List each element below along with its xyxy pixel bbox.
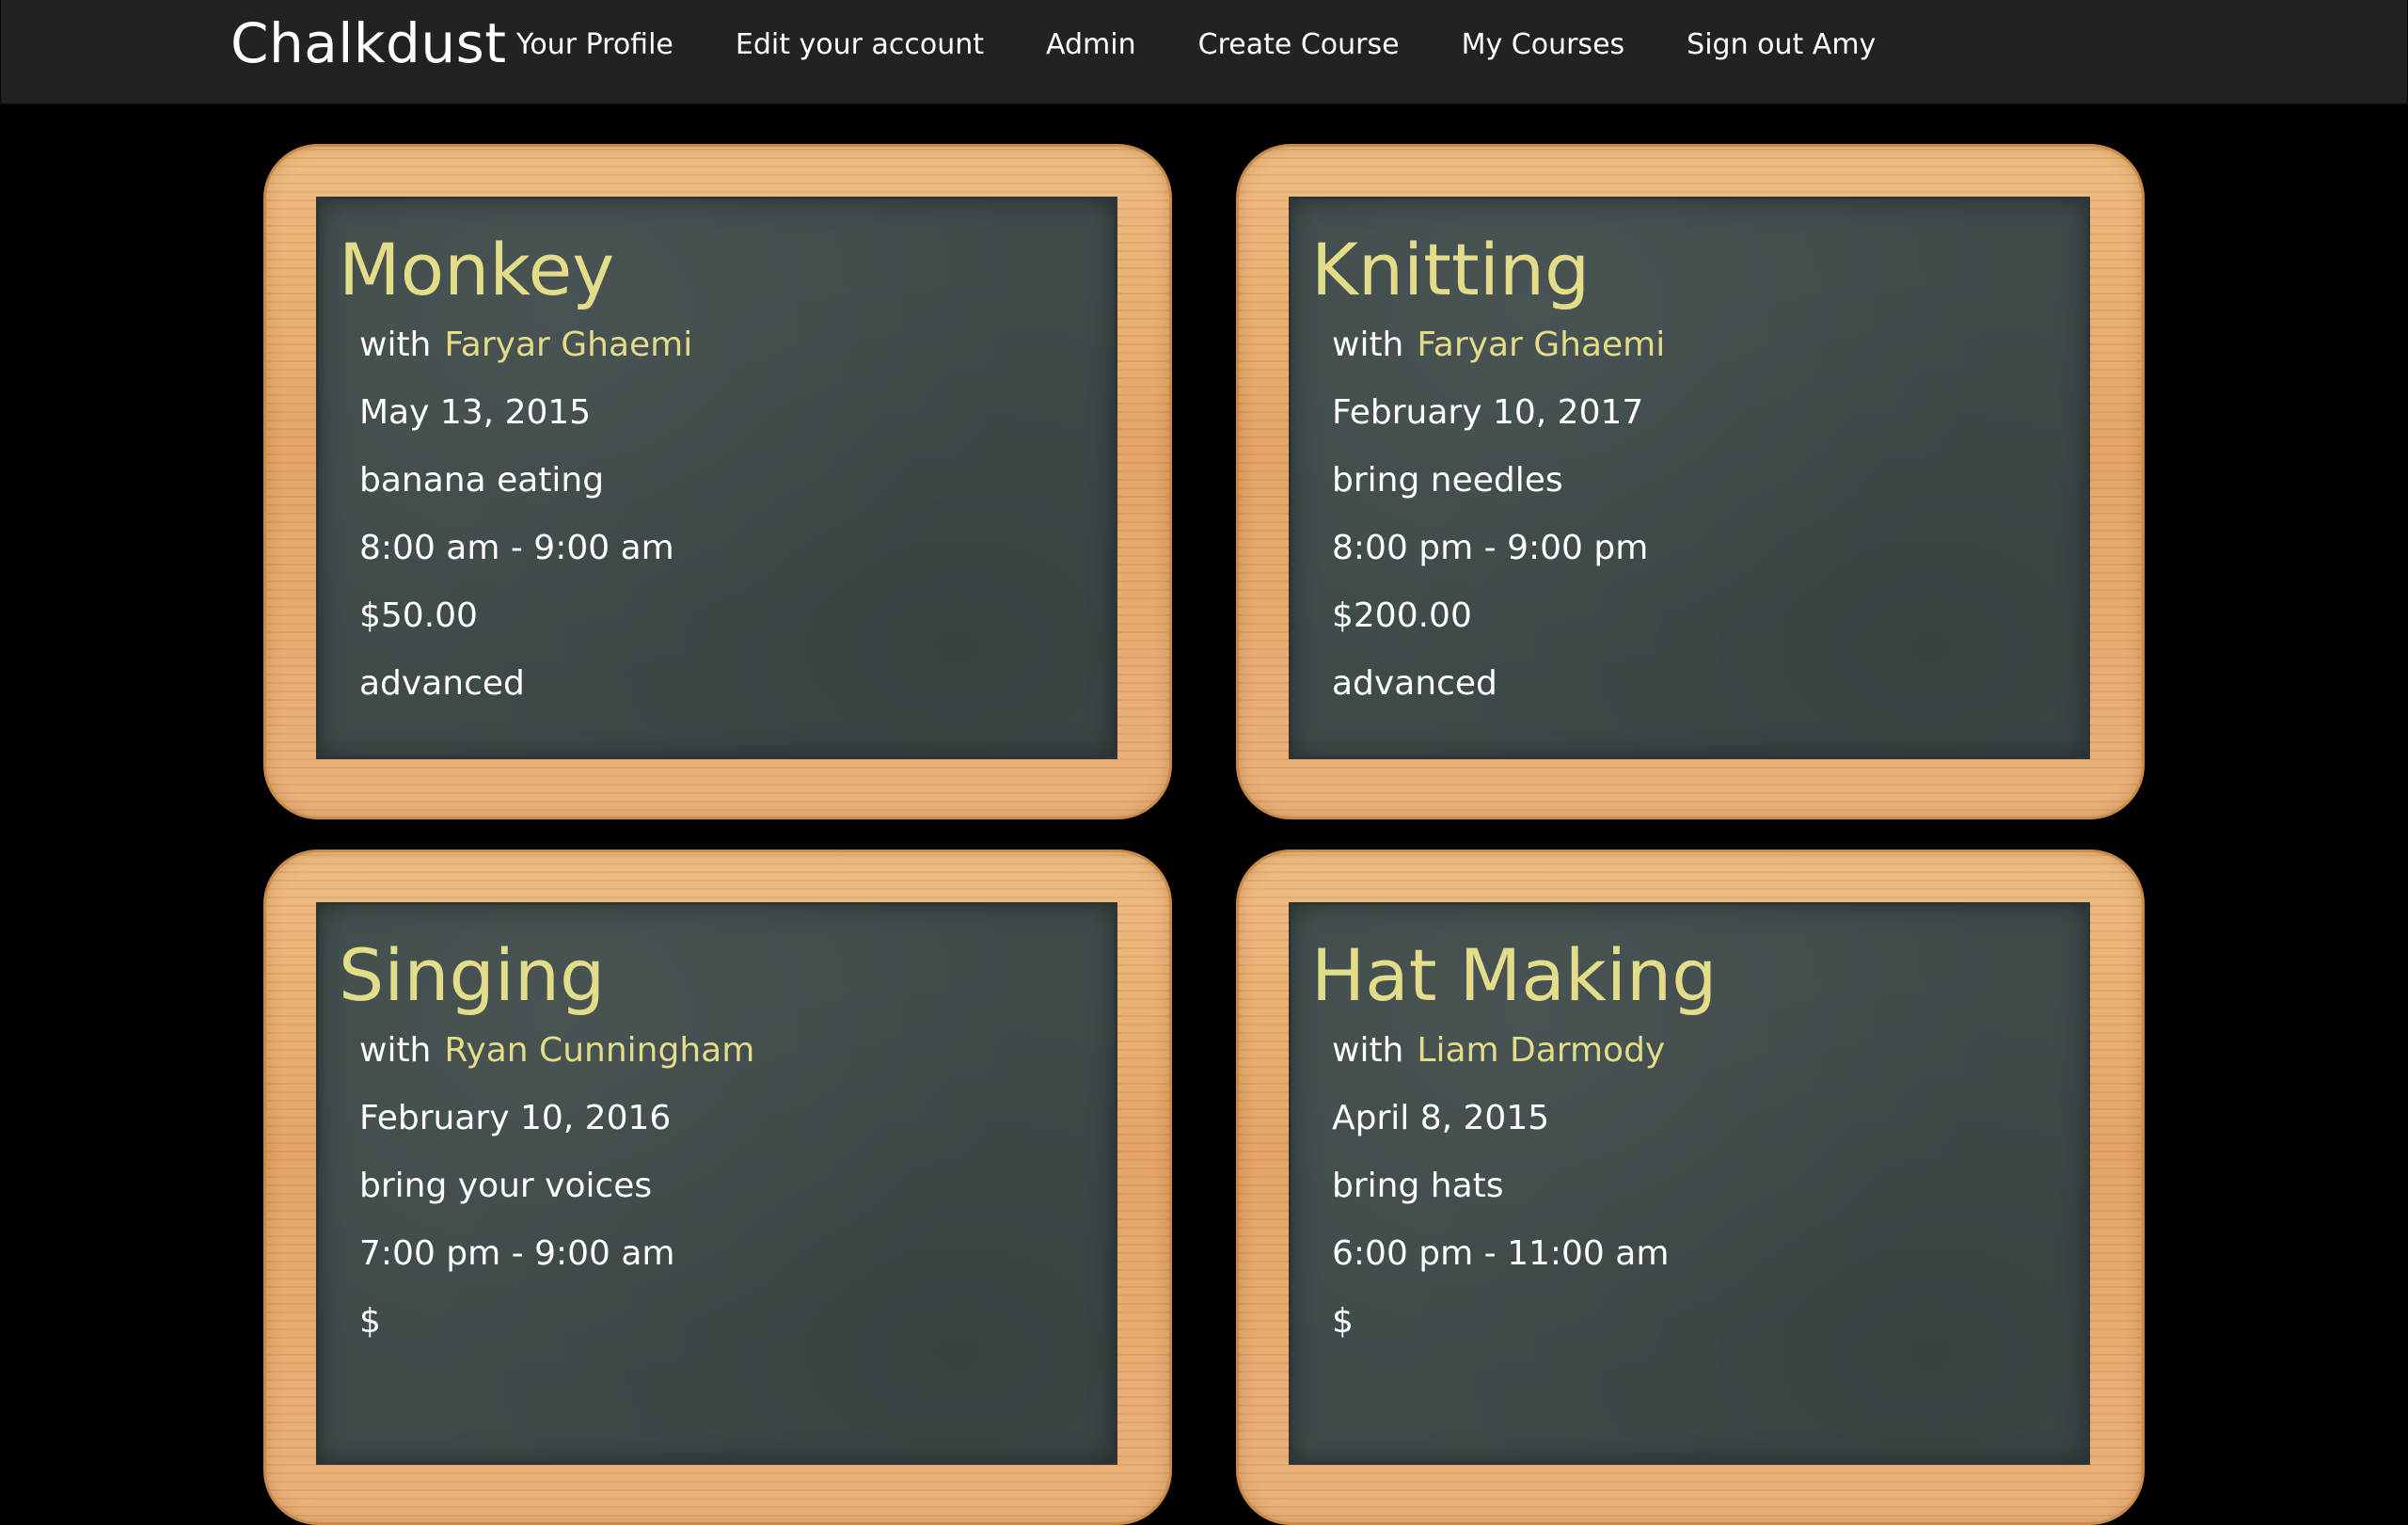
course-description: bring hats bbox=[1332, 1167, 1504, 1205]
course-card: Singing with Ryan Cunningham February 10,… bbox=[263, 850, 1172, 1525]
chalkboard: Knitting with Faryar Ghaemi February 10, … bbox=[1289, 197, 2090, 759]
course-instructor-line: with Faryar Ghaemi bbox=[1332, 323, 1665, 368]
course-price: $50.00 bbox=[359, 596, 478, 635]
course-price: $ bbox=[1332, 1302, 1354, 1341]
course-time: 7:00 pm - 9:00 am bbox=[359, 1234, 675, 1273]
course-title: Singing bbox=[339, 933, 606, 1017]
course-date: February 10, 2017 bbox=[1332, 393, 1644, 432]
course-title: Knitting bbox=[1311, 228, 1591, 311]
instructor-link[interactable]: Faryar Ghaemi bbox=[444, 326, 692, 364]
course-level: advanced bbox=[1332, 664, 1497, 703]
course-price: $200.00 bbox=[1332, 596, 1472, 635]
instructor-link[interactable]: Liam Darmody bbox=[1417, 1031, 1665, 1070]
course-date: February 10, 2016 bbox=[359, 1099, 672, 1137]
course-title: Monkey bbox=[339, 228, 615, 311]
chalkboard: Singing with Ryan Cunningham February 10,… bbox=[316, 902, 1117, 1465]
instructor-link[interactable]: Ryan Cunningham bbox=[444, 1031, 754, 1070]
course-grid: Monkey with Faryar Ghaemi May 13, 2015 ba… bbox=[0, 0, 2408, 1525]
course-description: bring your voices bbox=[359, 1167, 653, 1205]
course-time: 6:00 pm - 11:00 am bbox=[1332, 1234, 1670, 1273]
course-instructor-line: with Liam Darmody bbox=[1332, 1028, 1665, 1073]
with-label: with bbox=[1332, 326, 1404, 364]
instructor-link[interactable]: Faryar Ghaemi bbox=[1417, 326, 1665, 364]
with-label: with bbox=[359, 1031, 432, 1070]
course-time: 8:00 pm - 9:00 pm bbox=[1332, 529, 1649, 567]
course-price: $ bbox=[359, 1302, 381, 1341]
course-level: advanced bbox=[359, 664, 525, 703]
course-date: May 13, 2015 bbox=[359, 393, 592, 432]
with-label: with bbox=[1332, 1031, 1404, 1070]
course-instructor-line: with Ryan Cunningham bbox=[359, 1028, 754, 1073]
course-card: Monkey with Faryar Ghaemi May 13, 2015 ba… bbox=[263, 144, 1172, 819]
with-label: with bbox=[359, 326, 432, 364]
course-description: banana eating bbox=[359, 461, 605, 500]
chalkboard: Hat Making with Liam Darmody April 8, 201… bbox=[1289, 902, 2090, 1465]
course-description: bring needles bbox=[1332, 461, 1563, 500]
chalkboard: Monkey with Faryar Ghaemi May 13, 2015 ba… bbox=[316, 197, 1117, 759]
course-card: Knitting with Faryar Ghaemi February 10, … bbox=[1236, 144, 2145, 819]
course-date: April 8, 2015 bbox=[1332, 1099, 1550, 1137]
course-instructor-line: with Faryar Ghaemi bbox=[359, 323, 692, 368]
course-card: Hat Making with Liam Darmody April 8, 201… bbox=[1236, 850, 2145, 1525]
course-title: Hat Making bbox=[1311, 933, 1718, 1017]
course-time: 8:00 am - 9:00 am bbox=[359, 529, 674, 567]
